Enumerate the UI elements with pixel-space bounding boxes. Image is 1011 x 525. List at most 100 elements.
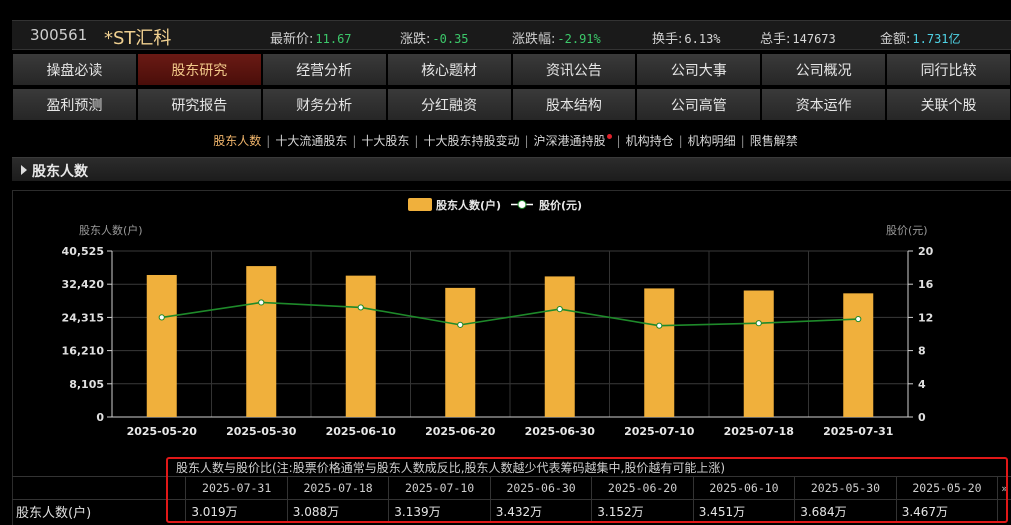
section-title: 股东人数 [32, 164, 88, 180]
bar [644, 288, 675, 417]
bar [743, 290, 774, 417]
nav-tab-row1-5[interactable]: 公司大事 [636, 53, 762, 86]
sub-tabs: 股东人数 | 十大流通股东 | 十大股东 | 十大股东持股变动 | 沪深港通持股 | 机构持仓 | 机构… [0, 132, 1011, 149]
table-corner [12, 477, 185, 499]
price-point [755, 320, 762, 327]
bar [146, 274, 177, 417]
x-tick-label: 2025-05-20 [127, 425, 198, 438]
y-right-tick-label: 0 [918, 411, 926, 424]
table-date-cell: 2025-05-20 [895, 477, 997, 499]
nav-tab-row1-0[interactable]: 操盘必读 [12, 53, 137, 86]
y-left-tick-label: 32,420 [62, 278, 105, 291]
subtab-separator: | [740, 134, 745, 148]
bar [445, 287, 476, 417]
table-value-cell: 3.432万 [489, 500, 591, 522]
nav-row-2: 盈利预测 研究报告 财务分析 分红融资 股本结构 公司高管 资本运作 关联个股 [12, 88, 1011, 121]
nav-tab-row2-2[interactable]: 财务分析 [261, 88, 387, 121]
y-right-tick-label: 20 [918, 245, 934, 258]
y-left-tick-label: 0 [96, 411, 104, 424]
x-tick-label: 2025-06-30 [525, 425, 596, 438]
subtab-separator: | [414, 134, 419, 148]
nav-tab-row2-7[interactable]: 关联个股 [886, 88, 1011, 121]
bar [843, 293, 874, 417]
y-axis-left-title: 股东人数(户) [79, 223, 143, 237]
y-right-tick-label: 8 [918, 345, 926, 358]
quote-change: 涨跌: -0.35 [400, 32, 469, 47]
subtab-4[interactable]: 沪深港通持股 [534, 134, 606, 148]
price-point [158, 314, 165, 321]
legend-bar-swatch [408, 198, 432, 211]
table-value-cell: 3.467万 [895, 500, 997, 522]
table-value-cell: 3.019万 [185, 500, 286, 522]
main-nav: 操盘必读 股东研究 经营分析 核心题材 资讯公告 公司大事 公司概况 同行比较 盈利预测 研究报… [12, 53, 1011, 123]
x-tick-label: 2025-07-31 [823, 425, 893, 438]
table-value-cell: 3.152万 [591, 500, 692, 522]
quote-volume: 总手: 147673 [760, 32, 836, 47]
nav-tab-row1-6[interactable]: 公司概况 [761, 53, 887, 86]
stock-code: 300561 [30, 26, 88, 44]
subtab-5[interactable]: 机构持仓 [626, 134, 674, 148]
subtab-separator: | [616, 134, 621, 148]
bar [246, 266, 277, 417]
nav-tab-row1-4[interactable]: 资讯公告 [511, 53, 637, 86]
subtab-3[interactable]: 十大股东持股变动 [423, 134, 519, 148]
price-point [357, 304, 364, 311]
quote-latest-price: 最新价: 11.67 [270, 32, 352, 47]
collapse-triangle-icon[interactable] [21, 165, 27, 175]
nav-tab-row1-7[interactable]: 同行比较 [886, 53, 1011, 86]
price-point [258, 299, 265, 306]
legend-bar-label: 股东人数(户) [436, 198, 501, 212]
subtab-7[interactable]: 限售解禁 [750, 134, 798, 148]
price-point [855, 315, 862, 323]
table-date-cell: 2025-06-10 [692, 477, 794, 499]
nav-tab-row2-6[interactable]: 资本运作 [761, 88, 887, 121]
table-date-cell: 2025-05-30 [794, 477, 895, 499]
nav-tab-row2-3[interactable]: 分红融资 [386, 88, 512, 121]
y-right-tick-label: 12 [918, 311, 933, 324]
nav-tab-row1-1[interactable]: 股东研究 [136, 53, 262, 86]
table-date-cell: 2025-07-31 [185, 477, 286, 499]
y-left-tick-label: 8,105 [69, 378, 104, 391]
quote-strip: 300561 *ST汇科 最新价: 11.67 涨跌: -0.35 涨跌幅: -2.9… [12, 20, 1011, 50]
subtab-separator: | [266, 134, 271, 148]
nav-tab-row2-1[interactable]: 研究报告 [136, 88, 262, 121]
x-tick-label: 2025-07-18 [724, 425, 794, 438]
nav-tab-row2-5[interactable]: 公司高管 [636, 88, 762, 121]
table-value-cell: 3.684万 [794, 500, 895, 522]
subtab-1[interactable]: 十大流通股东 [275, 134, 347, 148]
table-spacer [997, 500, 1011, 522]
subtab-6[interactable]: 机构明细 [688, 134, 736, 148]
scroll-more-icon[interactable]: » [997, 477, 1011, 499]
table-date-cell: 2025-07-10 [388, 477, 489, 499]
y-right-tick-label: 16 [918, 278, 934, 291]
y-left-tick-label: 40,525 [62, 245, 104, 258]
table-date-cell: 2025-06-30 [489, 477, 591, 499]
subtab-0[interactable]: 股东人数 [213, 134, 261, 148]
x-tick-label: 2025-06-10 [326, 425, 397, 438]
table-value-cell: 3.139万 [388, 500, 489, 522]
nav-tab-row1-2[interactable]: 经营分析 [261, 53, 387, 86]
legend-line-marker [517, 200, 527, 209]
subtab-2[interactable]: 十大股东 [361, 134, 409, 148]
stock-name: *ST汇科 [104, 28, 172, 49]
new-indicator-dot [606, 134, 612, 139]
table-row: 股东人数(户) 3.019万 3.088万 3.139万 3.432万 3.152万 3.4… [12, 499, 1011, 522]
nav-tab-row1-3[interactable]: 核心题材 [386, 53, 512, 86]
nav-tab-row2-4[interactable]: 股本结构 [511, 88, 637, 121]
table-date-cell: 2025-06-20 [591, 477, 692, 499]
nav-tab-row2-0[interactable]: 盈利预测 [12, 88, 137, 121]
quote-turnover: 换手: 6.13% [652, 32, 721, 47]
bar [544, 276, 575, 417]
nav-row-1: 操盘必读 股东研究 经营分析 核心题材 资讯公告 公司大事 公司概况 同行比较 [12, 53, 1011, 86]
price-point [457, 321, 464, 328]
legend-line-label: 股价(元) [539, 199, 582, 212]
subtab-separator: | [678, 134, 683, 148]
section-header: 股东人数 [12, 157, 1011, 181]
row-label: 股东人数(户) [16, 505, 92, 521]
table-caption: 股东人数与股价比(注:股票价格通常与股东人数成反比,股东人数越少代表筹码越集中,… [176, 461, 726, 475]
table-value-cell: 3.451万 [692, 500, 794, 522]
table-value-cell: 3.088万 [286, 500, 388, 522]
price-point [656, 322, 663, 329]
subtab-separator: | [524, 134, 529, 148]
x-tick-label: 2025-07-10 [624, 425, 695, 438]
